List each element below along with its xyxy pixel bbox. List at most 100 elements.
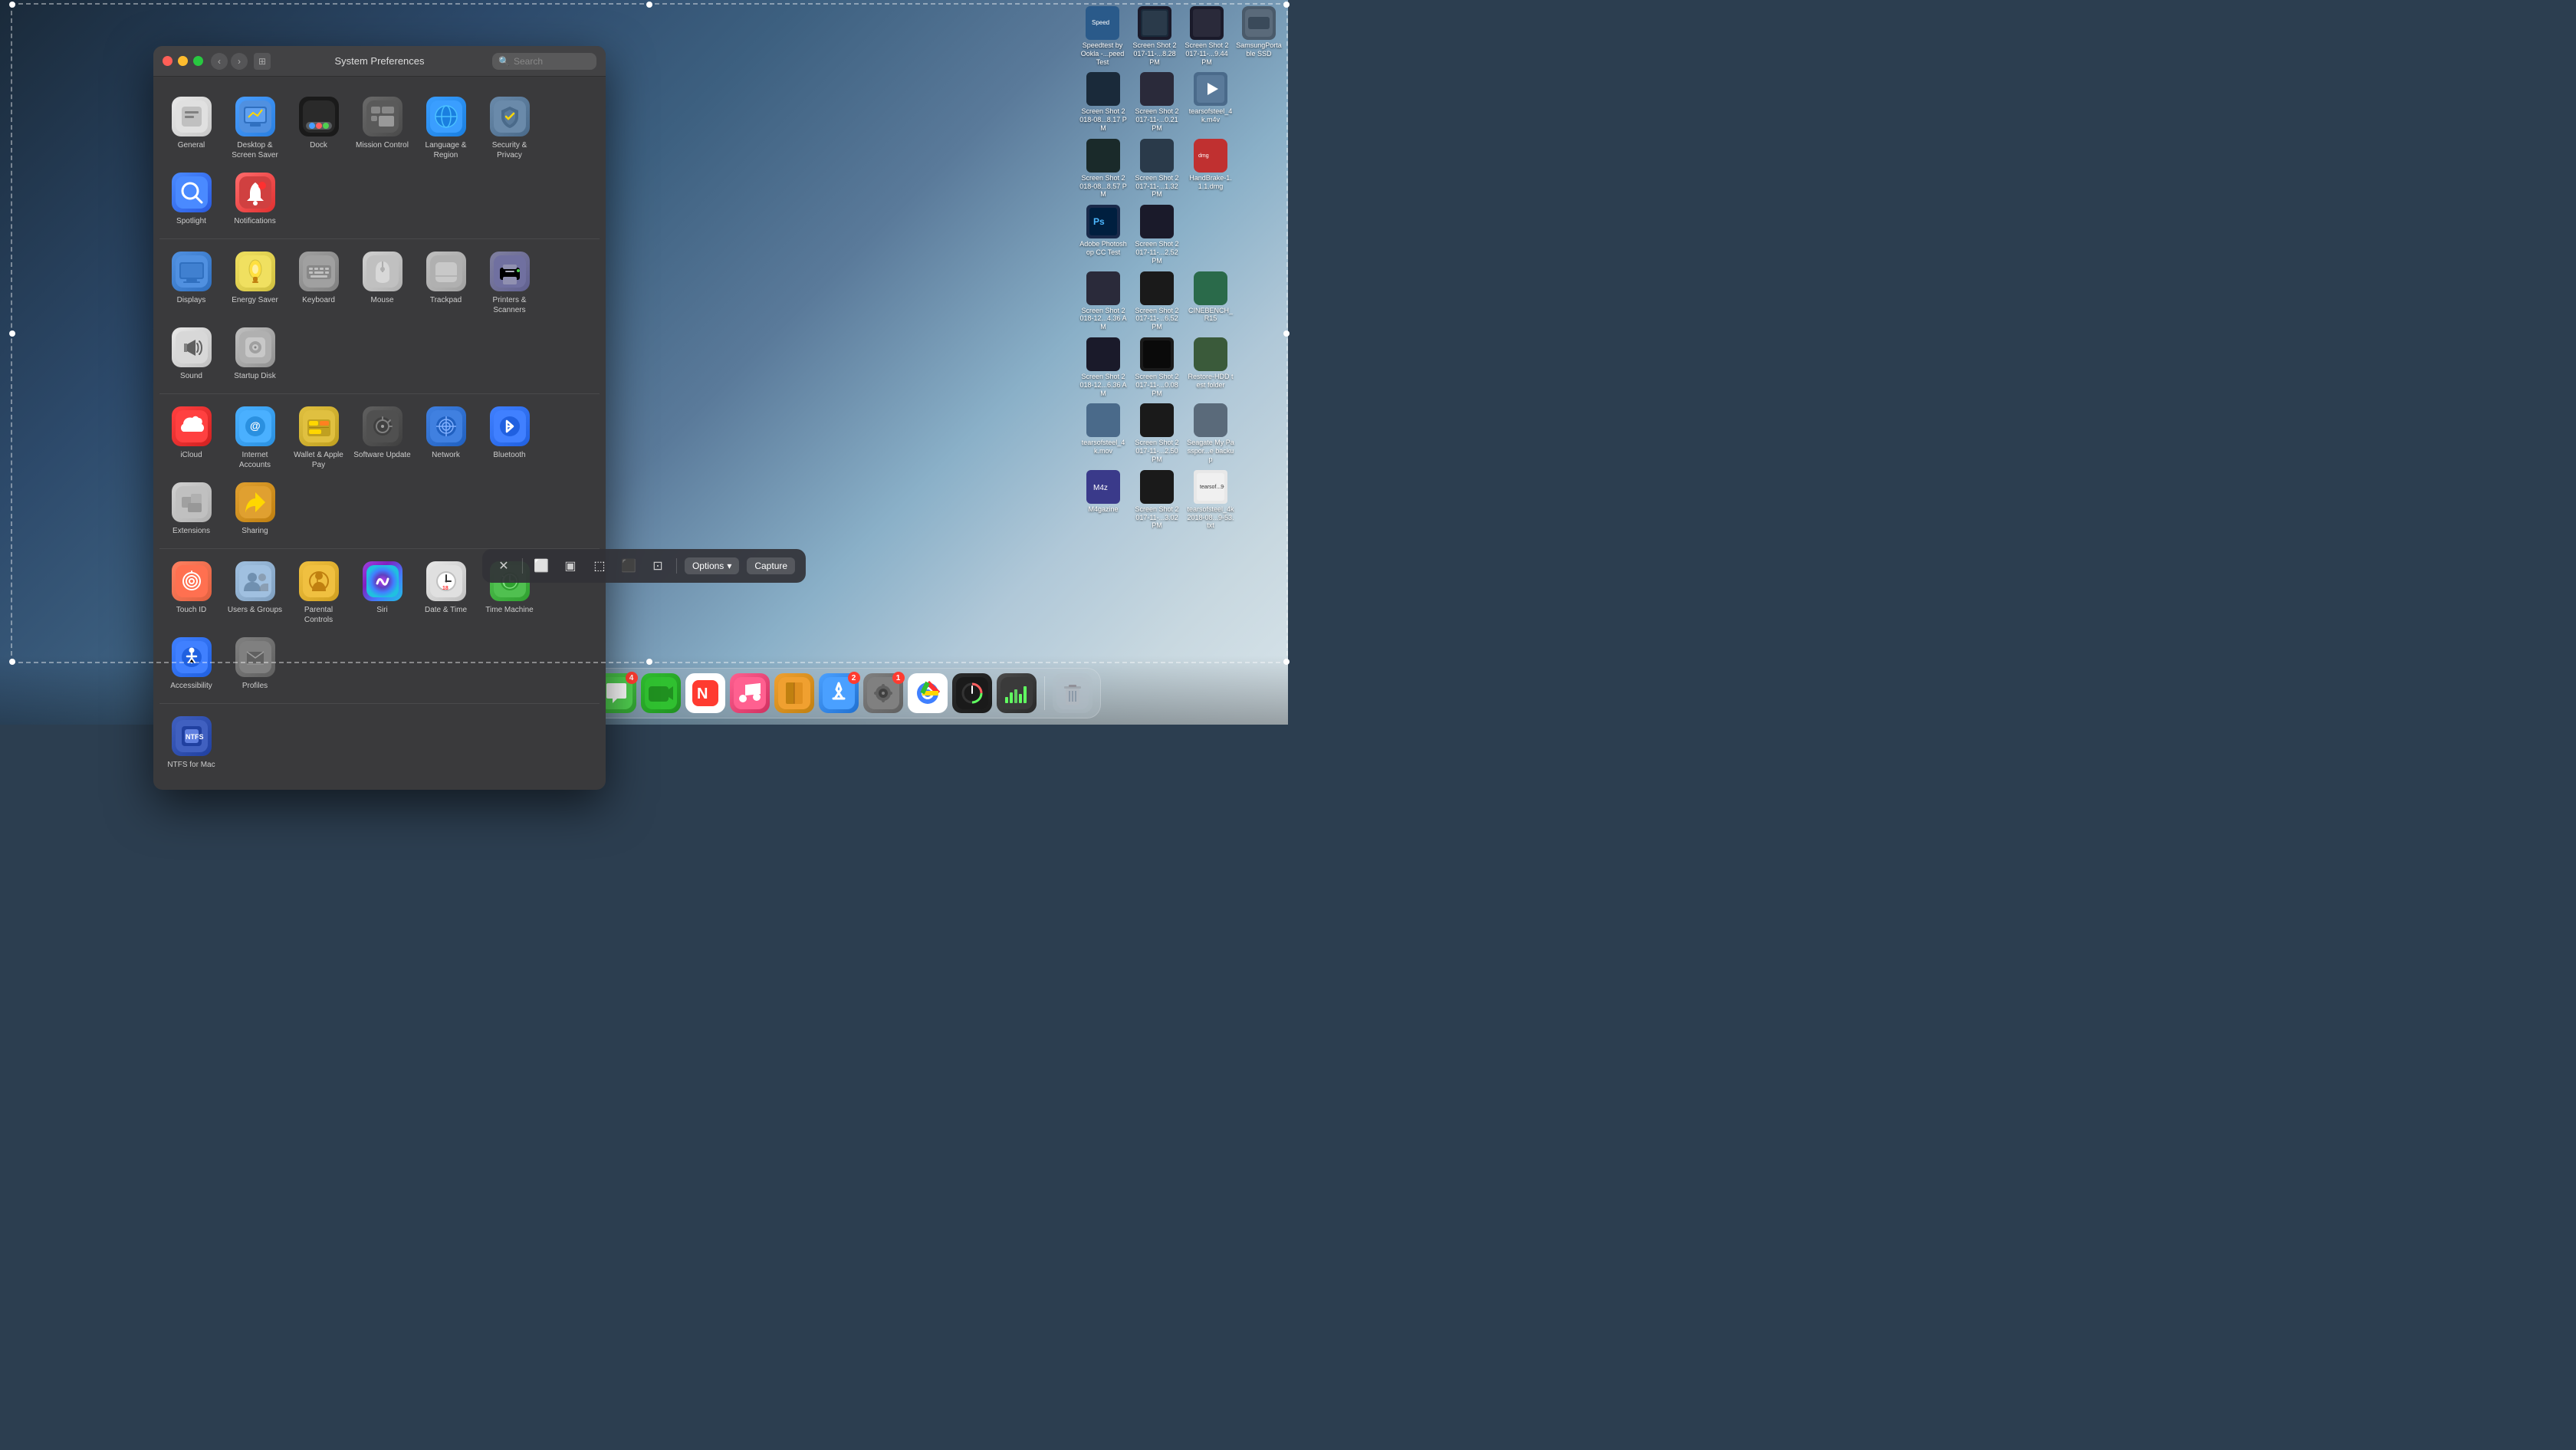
pref-security[interactable]: Security & Privacy xyxy=(478,90,541,166)
desktop-file-ss7[interactable]: Screen Shot 2017-11-...2.52 PM xyxy=(1131,202,1183,267)
pref-touchid[interactable]: Touch ID xyxy=(159,555,223,631)
handle-tl[interactable] xyxy=(9,2,15,8)
toolbar-window-icon[interactable]: ▣ xyxy=(560,555,581,577)
section-internet: iCloud @ Internet Accounts xyxy=(159,394,600,549)
network-label: Network xyxy=(432,450,460,460)
pref-wallet[interactable]: Wallet & Apple Pay xyxy=(287,400,350,476)
sharing-icon xyxy=(235,482,275,522)
pref-language[interactable]: Language & Region xyxy=(414,90,478,166)
dock-appstore[interactable]: 2 xyxy=(819,673,859,713)
svg-text:tearsof...9-53.txt: tearsof...9-53.txt xyxy=(1200,485,1224,490)
window-nav: ‹ › ⊞ xyxy=(211,53,271,70)
desktop-file-cinebench[interactable]: CINEBENCH_R15 xyxy=(1184,269,1237,334)
pref-trackpad[interactable]: Trackpad xyxy=(414,245,478,321)
dock-trash[interactable] xyxy=(1053,673,1092,713)
dock-sysprefs[interactable]: 1 xyxy=(863,673,903,713)
icloud-icon xyxy=(172,406,212,446)
toolbar-selection2-icon[interactable]: ⊡ xyxy=(647,555,669,577)
pref-bluetooth[interactable]: Bluetooth xyxy=(478,400,541,476)
back-button[interactable]: ‹ xyxy=(211,53,228,70)
pref-icloud[interactable]: iCloud xyxy=(159,400,223,476)
toolbar-screen-icon[interactable]: ⬛ xyxy=(618,555,639,577)
options-button[interactable]: Options ▾ xyxy=(685,557,739,574)
pref-internet[interactable]: @ Internet Accounts xyxy=(223,400,287,476)
sysprefs-badge: 1 xyxy=(892,672,905,684)
toolbar-fullscreen-icon[interactable]: ⬜ xyxy=(531,555,552,577)
pref-sharing[interactable]: Sharing xyxy=(223,476,287,542)
desktop-file-ss13[interactable]: Screen Shot 2017-11-...3.02 PM xyxy=(1131,468,1183,532)
dock-music[interactable] xyxy=(730,673,770,713)
pref-startup[interactable]: Startup Disk xyxy=(223,321,287,387)
pref-network[interactable]: Network xyxy=(414,400,478,476)
search-box[interactable]: 🔍 xyxy=(492,53,596,70)
pref-mouse[interactable]: Mouse xyxy=(350,245,414,321)
desktop-file-ss5[interactable]: Screen Shot 2018-08...8.57 PM xyxy=(1077,136,1129,201)
desktop-file-seagate[interactable]: Seagate My Passpor...e backup xyxy=(1184,401,1237,465)
pref-energy[interactable]: Energy Saver xyxy=(223,245,287,321)
desktop-file-ss3[interactable]: Screen Shot 2018-08...8.17 PM xyxy=(1077,70,1129,134)
keyboard-icon xyxy=(299,252,339,291)
pref-general[interactable]: General xyxy=(159,90,223,166)
pref-profiles[interactable]: Profiles xyxy=(223,631,287,697)
pref-printers[interactable]: Printers & Scanners xyxy=(478,245,541,321)
dock-ibooks[interactable] xyxy=(774,673,814,713)
dock-chrome[interactable] xyxy=(908,673,948,713)
desktop-file-ss9[interactable]: Screen Shot 2017-11-...6.52 PM xyxy=(1131,269,1183,334)
pref-notifications[interactable]: Notifications xyxy=(223,166,287,232)
desktop-file-ss1[interactable]: Screen Shot 2017-11-...8.28 PM xyxy=(1129,4,1180,68)
music-icon xyxy=(730,673,770,713)
parental-icon: ! xyxy=(299,561,339,601)
pref-dock[interactable]: Dock xyxy=(287,90,350,166)
pref-spotlight[interactable]: Spotlight xyxy=(159,166,223,232)
pref-displays[interactable]: Displays xyxy=(159,245,223,321)
pref-software[interactable]: Software Update xyxy=(350,400,414,476)
pref-extensions[interactable]: Extensions xyxy=(159,476,223,542)
desktop-file-ss12[interactable]: Screen Shot 2017-11-...2.50 PM xyxy=(1131,401,1183,465)
pref-siri[interactable]: Siri xyxy=(350,555,414,631)
search-input[interactable] xyxy=(514,56,590,67)
pref-keyboard[interactable]: Keyboard xyxy=(287,245,350,321)
pref-mission[interactable]: Mission Control xyxy=(350,90,414,166)
desktop-file-ss8[interactable]: Screen Shot 2018-12...4.36 AM xyxy=(1077,269,1129,334)
pref-parental[interactable]: ! Parental Controls xyxy=(287,555,350,631)
desktop-file-ss2[interactable]: Screen Shot 2017-11-...9.44 PM xyxy=(1181,4,1232,68)
minimize-button[interactable] xyxy=(178,56,188,66)
desktop-file-ss11[interactable]: Screen Shot 2017-11-...0.08 PM xyxy=(1131,335,1183,399)
toolbar-close-icon[interactable]: ✕ xyxy=(493,555,514,577)
window-titlebar: ‹ › ⊞ System Preferences 🔍 xyxy=(153,46,606,77)
desktop-file-ss4[interactable]: Screen Shot 2017-11-...0.21 PM xyxy=(1131,70,1183,134)
forward-button[interactable]: › xyxy=(231,53,248,70)
pref-datetime[interactable]: 18 Date & Time xyxy=(414,555,478,631)
pref-sound[interactable]: Sound xyxy=(159,321,223,387)
desktop-file-magazine[interactable]: M4z M4gazine xyxy=(1077,468,1129,532)
desktop-file-handbrake[interactable]: dmg HandBrake-1.1.1.dmg xyxy=(1184,136,1237,201)
svg-text:!: ! xyxy=(316,577,319,587)
desktop-file-tears[interactable]: tearsofsteel_4k.m4v xyxy=(1184,70,1237,134)
desktop-file-speedtest[interactable]: Speed Speedtest by Ookla -...peed Test xyxy=(1077,4,1128,68)
ntfs-label: NTFS for Mac xyxy=(167,760,215,770)
dock-facetime[interactable] xyxy=(641,673,681,713)
pref-accessibility[interactable]: Accessibility xyxy=(159,631,223,697)
desktop-file-ss6[interactable]: Screen Shot 2017-11-...1.32 PM xyxy=(1131,136,1183,201)
dock-istat[interactable] xyxy=(952,673,992,713)
desktop-file-ssd[interactable]: SamsungPortable SSD xyxy=(1234,4,1284,68)
close-button[interactable] xyxy=(163,56,172,66)
pref-desktop[interactable]: Desktop & Screen Saver xyxy=(223,90,287,166)
pref-users[interactable]: Users & Groups xyxy=(223,555,287,631)
dock-news[interactable]: N xyxy=(685,673,725,713)
desktop-file-restore[interactable]: Restore-HDD test folder xyxy=(1184,335,1237,399)
capture-button[interactable]: Capture xyxy=(747,557,795,574)
desktop-file-ps[interactable]: Ps Adobe Photoshop CC Test xyxy=(1077,202,1129,267)
desktop-file-tears2[interactable]: tearsofsteel_4k.mov xyxy=(1077,401,1129,465)
desktop-file-tears3[interactable]: tearsof...9-53.txt tearsofsteel_4k 2018-… xyxy=(1184,468,1237,532)
grid-view-button[interactable]: ⊞ xyxy=(254,53,271,70)
toolbar-selection-icon[interactable]: ⬚ xyxy=(589,555,610,577)
maximize-button[interactable] xyxy=(193,56,203,66)
startup-label: Startup Disk xyxy=(234,371,275,381)
handle-tc[interactable] xyxy=(646,2,652,8)
siri-label: Siri xyxy=(376,605,387,615)
dock-istat2[interactable] xyxy=(997,673,1037,713)
handle-ml[interactable] xyxy=(9,330,15,337)
desktop-file-ss10[interactable]: Screen Shot 2018-12...6.36 AM xyxy=(1077,335,1129,399)
pref-ntfs[interactable]: NTFS NTFS for Mac xyxy=(159,710,223,776)
